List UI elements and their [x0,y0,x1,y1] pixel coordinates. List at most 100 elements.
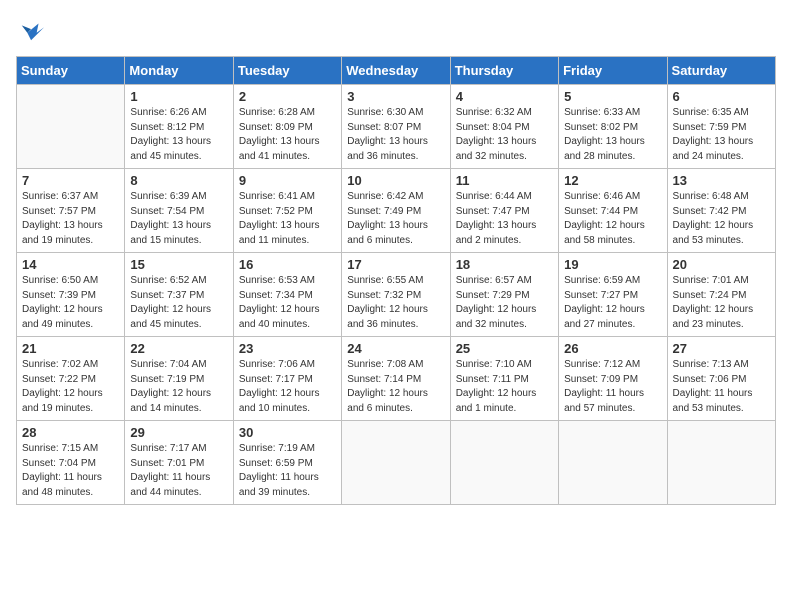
day-number: 30 [239,425,336,440]
calendar-week-row: 14 Sunrise: 6:50 AM Sunset: 7:39 PM Dayli… [17,253,776,337]
day-info: Sunrise: 6:46 AM Sunset: 7:44 PM Dayligh… [564,190,661,248]
day-info: Sunrise: 6:37 AM Sunset: 7:57 PM Dayligh… [22,190,119,248]
weekday-header: Friday [559,57,667,85]
day-number: 1 [130,89,227,104]
calendar-cell: 7 Sunrise: 6:37 AM Sunset: 7:57 PM Daylig… [17,169,125,253]
calendar-cell: 4 Sunrise: 6:32 AM Sunset: 8:04 PM Daylig… [450,85,558,169]
calendar-cell: 14 Sunrise: 6:50 AM Sunset: 7:39 PM Dayli… [17,253,125,337]
day-info: Sunrise: 7:10 AM Sunset: 7:11 PM Dayligh… [456,358,553,416]
day-number: 5 [564,89,661,104]
day-number: 13 [673,173,770,188]
day-info: Sunrise: 6:26 AM Sunset: 8:12 PM Dayligh… [130,106,227,164]
day-info: Sunrise: 6:42 AM Sunset: 7:49 PM Dayligh… [347,190,444,248]
page-header [16,16,776,44]
calendar-cell [17,85,125,169]
day-info: Sunrise: 6:30 AM Sunset: 8:07 PM Dayligh… [347,106,444,164]
day-info: Sunrise: 6:41 AM Sunset: 7:52 PM Dayligh… [239,190,336,248]
day-number: 19 [564,257,661,272]
day-info: Sunrise: 6:59 AM Sunset: 7:27 PM Dayligh… [564,274,661,332]
day-number: 17 [347,257,444,272]
day-number: 12 [564,173,661,188]
calendar-cell [450,421,558,505]
weekday-header: Monday [125,57,233,85]
day-number: 29 [130,425,227,440]
calendar-cell: 29 Sunrise: 7:17 AM Sunset: 7:01 PM Dayli… [125,421,233,505]
day-info: Sunrise: 6:32 AM Sunset: 8:04 PM Dayligh… [456,106,553,164]
day-number: 9 [239,173,336,188]
calendar-cell: 18 Sunrise: 6:57 AM Sunset: 7:29 PM Dayli… [450,253,558,337]
calendar-cell: 19 Sunrise: 6:59 AM Sunset: 7:27 PM Dayli… [559,253,667,337]
day-info: Sunrise: 6:44 AM Sunset: 7:47 PM Dayligh… [456,190,553,248]
day-number: 4 [456,89,553,104]
day-info: Sunrise: 6:52 AM Sunset: 7:37 PM Dayligh… [130,274,227,332]
day-number: 6 [673,89,770,104]
day-info: Sunrise: 6:57 AM Sunset: 7:29 PM Dayligh… [456,274,553,332]
calendar-cell: 10 Sunrise: 6:42 AM Sunset: 7:49 PM Dayli… [342,169,450,253]
calendar-cell: 21 Sunrise: 7:02 AM Sunset: 7:22 PM Dayli… [17,337,125,421]
calendar-week-row: 21 Sunrise: 7:02 AM Sunset: 7:22 PM Dayli… [17,337,776,421]
day-number: 10 [347,173,444,188]
calendar-cell: 26Sunrise: 7:12 AM Sunset: 7:09 PM Dayli… [559,337,667,421]
day-number: 28 [22,425,119,440]
calendar-cell: 20Sunrise: 7:01 AM Sunset: 7:24 PM Dayli… [667,253,775,337]
day-info: Sunrise: 6:35 AM Sunset: 7:59 PM Dayligh… [673,106,770,164]
calendar-cell: 22Sunrise: 7:04 AM Sunset: 7:19 PM Dayli… [125,337,233,421]
day-number: 18 [456,257,553,272]
day-info: Sunrise: 7:08 AM Sunset: 7:14 PM Dayligh… [347,358,444,416]
logo [16,16,46,44]
calendar-cell: 17 Sunrise: 6:55 AM Sunset: 7:32 PM Dayli… [342,253,450,337]
day-info: Sunrise: 7:17 AM Sunset: 7:01 PM Dayligh… [130,442,227,500]
day-number: 2 [239,89,336,104]
calendar-cell: 8Sunrise: 6:39 AM Sunset: 7:54 PM Daylig… [125,169,233,253]
weekday-header: Tuesday [233,57,341,85]
calendar-cell: 12 Sunrise: 6:46 AM Sunset: 7:44 PM Dayli… [559,169,667,253]
day-number: 24 [347,341,444,356]
day-info: Sunrise: 7:04 AM Sunset: 7:19 PM Dayligh… [130,358,227,416]
day-info: Sunrise: 6:48 AM Sunset: 7:42 PM Dayligh… [673,190,770,248]
day-number: 21 [22,341,119,356]
day-info: Sunrise: 6:39 AM Sunset: 7:54 PM Dayligh… [130,190,227,248]
calendar-cell: 25 Sunrise: 7:10 AM Sunset: 7:11 PM Dayli… [450,337,558,421]
calendar-cell: 2 Sunrise: 6:28 AM Sunset: 8:09 PM Daylig… [233,85,341,169]
day-number: 11 [456,173,553,188]
calendar-cell: 27 Sunrise: 7:13 AM Sunset: 7:06 PM Dayli… [667,337,775,421]
calendar-week-row: 7 Sunrise: 6:37 AM Sunset: 7:57 PM Daylig… [17,169,776,253]
calendar-cell: 30 Sunrise: 7:19 AM Sunset: 6:59 PM Dayli… [233,421,341,505]
day-number: 26 [564,341,661,356]
calendar-cell: 13 Sunrise: 6:48 AM Sunset: 7:42 PM Dayli… [667,169,775,253]
day-info: Sunrise: 7:19 AM Sunset: 6:59 PM Dayligh… [239,442,336,500]
weekday-header: Saturday [667,57,775,85]
calendar-cell: 24 Sunrise: 7:08 AM Sunset: 7:14 PM Dayli… [342,337,450,421]
calendar-week-row: 28 Sunrise: 7:15 AM Sunset: 7:04 PM Dayli… [17,421,776,505]
day-info: Sunrise: 6:53 AM Sunset: 7:34 PM Dayligh… [239,274,336,332]
logo-bird-icon [18,16,46,44]
day-info: Sunrise: 6:33 AM Sunset: 8:02 PM Dayligh… [564,106,661,164]
day-number: 3 [347,89,444,104]
calendar-cell: 15Sunrise: 6:52 AM Sunset: 7:37 PM Dayli… [125,253,233,337]
calendar-cell [342,421,450,505]
day-info: Sunrise: 6:55 AM Sunset: 7:32 PM Dayligh… [347,274,444,332]
calendar-cell: 1 Sunrise: 6:26 AM Sunset: 8:12 PM Daylig… [125,85,233,169]
day-info: Sunrise: 6:50 AM Sunset: 7:39 PM Dayligh… [22,274,119,332]
day-number: 25 [456,341,553,356]
day-info: Sunrise: 6:28 AM Sunset: 8:09 PM Dayligh… [239,106,336,164]
calendar-cell: 9 Sunrise: 6:41 AM Sunset: 7:52 PM Daylig… [233,169,341,253]
day-number: 20 [673,257,770,272]
day-info: Sunrise: 7:15 AM Sunset: 7:04 PM Dayligh… [22,442,119,500]
day-number: 27 [673,341,770,356]
calendar-cell: 3 Sunrise: 6:30 AM Sunset: 8:07 PM Daylig… [342,85,450,169]
day-info: Sunrise: 7:13 AM Sunset: 7:06 PM Dayligh… [673,358,770,416]
calendar-cell [667,421,775,505]
day-number: 7 [22,173,119,188]
day-info: Sunrise: 7:06 AM Sunset: 7:17 PM Dayligh… [239,358,336,416]
calendar-cell: 16 Sunrise: 6:53 AM Sunset: 7:34 PM Dayli… [233,253,341,337]
day-number: 23 [239,341,336,356]
weekday-header: Sunday [17,57,125,85]
calendar-cell: 6 Sunrise: 6:35 AM Sunset: 7:59 PM Daylig… [667,85,775,169]
day-number: 16 [239,257,336,272]
calendar-cell [559,421,667,505]
calendar-table: SundayMondayTuesdayWednesdayThursdayFrid… [16,56,776,505]
day-info: Sunrise: 7:02 AM Sunset: 7:22 PM Dayligh… [22,358,119,416]
weekday-header-row: SundayMondayTuesdayWednesdayThursdayFrid… [17,57,776,85]
day-number: 14 [22,257,119,272]
